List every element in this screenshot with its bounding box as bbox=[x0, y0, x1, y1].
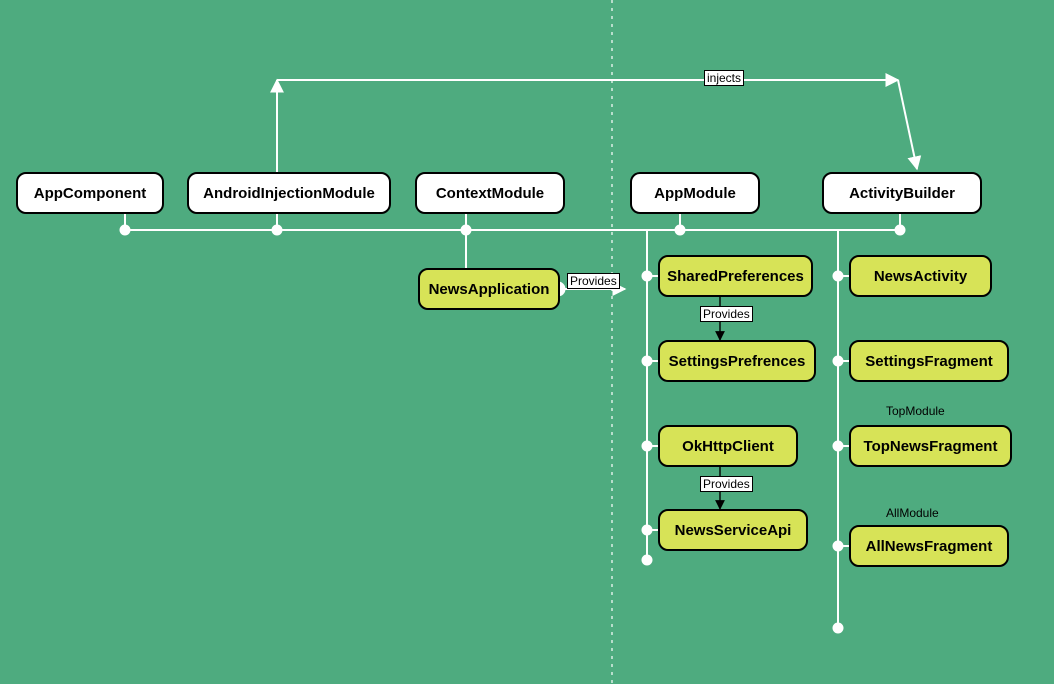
label-injects: injects bbox=[704, 70, 744, 86]
node-ok-http-client: OkHttpClient bbox=[658, 425, 798, 467]
node-android-injection-module: AndroidInjectionModule bbox=[187, 172, 391, 214]
node-app-module: AppModule bbox=[630, 172, 760, 214]
node-activity-builder: ActivityBuilder bbox=[822, 172, 982, 214]
label-provides-okhttp: Provides bbox=[700, 476, 753, 492]
node-app-component: AppComponent bbox=[16, 172, 164, 214]
node-news-activity: NewsActivity bbox=[849, 255, 992, 297]
node-top-news-fragment: TopNewsFragment bbox=[849, 425, 1012, 467]
node-context-module: ContextModule bbox=[415, 172, 565, 214]
node-settings-prefrences: SettingsPrefrences bbox=[658, 340, 816, 382]
node-news-service-api: NewsServiceApi bbox=[658, 509, 808, 551]
label-all-module: AllModule bbox=[886, 506, 939, 520]
label-provides-newsapplication: Provides bbox=[567, 273, 620, 289]
node-all-news-fragment: AllNewsFragment bbox=[849, 525, 1009, 567]
node-settings-fragment: SettingsFragment bbox=[849, 340, 1009, 382]
diagram-stage: AppComponent AndroidInjectionModule Cont… bbox=[0, 0, 1054, 684]
node-shared-preferences: SharedPreferences bbox=[658, 255, 813, 297]
label-top-module: TopModule bbox=[886, 404, 945, 418]
label-provides-sharedpref: Provides bbox=[700, 306, 753, 322]
node-news-application: NewsApplication bbox=[418, 268, 560, 310]
